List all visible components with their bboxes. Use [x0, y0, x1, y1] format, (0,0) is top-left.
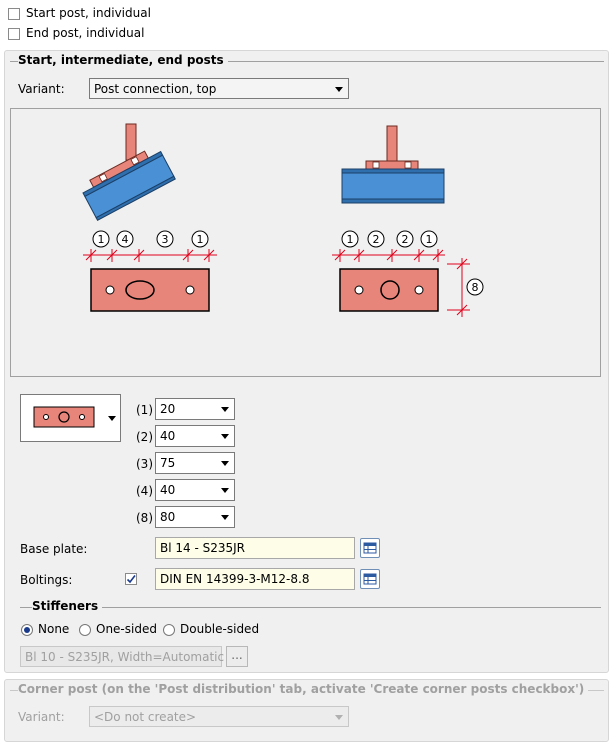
plate-preview-icon	[33, 406, 95, 428]
left-dim-3: 3	[162, 233, 169, 246]
inclined-beam-graphic	[82, 123, 176, 221]
right-dim-height: 8	[472, 281, 479, 294]
left-plate-graphic	[90, 268, 210, 312]
connection-diagram: 1 4 3 1 1 2 2 1 8	[82, 123, 484, 317]
stiffeners-divider	[20, 607, 601, 608]
checkmark-icon	[126, 575, 136, 584]
right-dim-2: 2	[373, 233, 380, 246]
left-dim-4: 1	[197, 233, 204, 246]
corner-variant-label: Variant:	[18, 710, 65, 724]
right-dim-1: 1	[347, 233, 354, 246]
base-plate-field[interactable]: Bl 14 - S235JR	[155, 537, 355, 559]
stiffener-field[interactable]: Bl 10 - S235JR, Width=Automatic	[20, 646, 225, 667]
corner-post-title: Corner post (on the 'Post distribution' …	[18, 682, 589, 696]
left-dimension-line	[83, 249, 217, 262]
table-icon	[363, 542, 377, 554]
chevron-down-icon	[221, 434, 229, 439]
right-dim-3: 2	[402, 233, 409, 246]
diagram-panel: 1 4 3 1 1 2 2 1 8	[10, 108, 601, 377]
chevron-down-icon	[221, 488, 229, 493]
param-3-value: 75	[160, 456, 176, 470]
stiffener-none-label: None	[38, 622, 70, 636]
variant-label: Variant:	[18, 82, 65, 96]
stiffener-browse-button[interactable]: ...	[226, 646, 248, 667]
boltings-browse-button[interactable]	[360, 569, 380, 589]
param-4-combo[interactable]: 40	[155, 479, 235, 501]
left-dim-labels: 1 4 3 1	[92, 230, 209, 248]
chevron-down-icon	[108, 416, 116, 421]
variant-value: Post connection, top	[94, 81, 217, 96]
stiffener-double-sided-radio[interactable]	[163, 624, 175, 636]
stiffener-double-sided-label: Double-sided	[180, 622, 260, 636]
start-post-label: Start post, individual	[26, 6, 151, 20]
table-icon	[363, 573, 377, 585]
chevron-down-icon	[335, 715, 343, 720]
plate-variant-selector[interactable]	[20, 394, 121, 442]
left-dim-1: 1	[98, 233, 105, 246]
end-post-label: End post, individual	[26, 26, 145, 40]
param-3-label: (3)	[136, 457, 153, 471]
param-2-value: 40	[160, 429, 176, 443]
boltings-checkbox[interactable]	[125, 573, 137, 585]
param-8-label: (8)	[136, 511, 153, 525]
param-3-combo[interactable]: 75	[155, 452, 235, 474]
stiffener-one-sided-radio[interactable]	[79, 624, 91, 636]
chevron-down-icon	[221, 461, 229, 466]
param-2-label: (2)	[136, 430, 153, 444]
stiffener-one-sided-label: One-sided	[96, 622, 157, 636]
left-dim-2: 4	[122, 233, 129, 246]
param-1-value: 20	[160, 402, 176, 416]
stiffeners-title: Stiffeners	[32, 599, 103, 613]
variant-combo[interactable]: Post connection, top	[89, 78, 349, 99]
horizontal-beam-graphic	[341, 125, 445, 204]
chevron-down-icon	[221, 407, 229, 412]
param-4-label: (4)	[136, 484, 153, 498]
base-plate-label: Base plate:	[20, 542, 88, 556]
posts-group-title: Start, intermediate, end posts	[18, 53, 228, 67]
boltings-field[interactable]: DIN EN 14399-3-M12-8.8	[155, 568, 355, 590]
end-post-checkbox[interactable]	[8, 28, 20, 40]
base-plate-value: Bl 14 - S235JR	[160, 541, 246, 555]
boltings-label: Boltings:	[20, 573, 73, 587]
corner-variant-value: <Do not create>	[94, 710, 197, 724]
corner-variant-combo[interactable]: <Do not create>	[89, 706, 349, 727]
param-2-combo[interactable]: 40	[155, 425, 235, 447]
param-8-value: 80	[160, 510, 176, 524]
param-1-combo[interactable]: 20	[155, 398, 235, 420]
param-8-combo[interactable]: 80	[155, 506, 235, 528]
stiffener-none-radio[interactable]	[21, 624, 33, 636]
param-4-value: 40	[160, 483, 176, 497]
start-post-checkbox[interactable]	[8, 8, 20, 20]
right-dim-4: 1	[426, 233, 433, 246]
boltings-value: DIN EN 14399-3-M12-8.8	[160, 572, 310, 586]
stiffener-field-value: Bl 10 - S235JR, Width=Automatic	[25, 650, 225, 664]
base-plate-browse-button[interactable]	[360, 538, 380, 558]
chevron-down-icon	[221, 515, 229, 520]
param-1-label: (1)	[136, 403, 153, 417]
chevron-down-icon	[335, 86, 343, 92]
right-plate-graphic	[339, 268, 439, 312]
